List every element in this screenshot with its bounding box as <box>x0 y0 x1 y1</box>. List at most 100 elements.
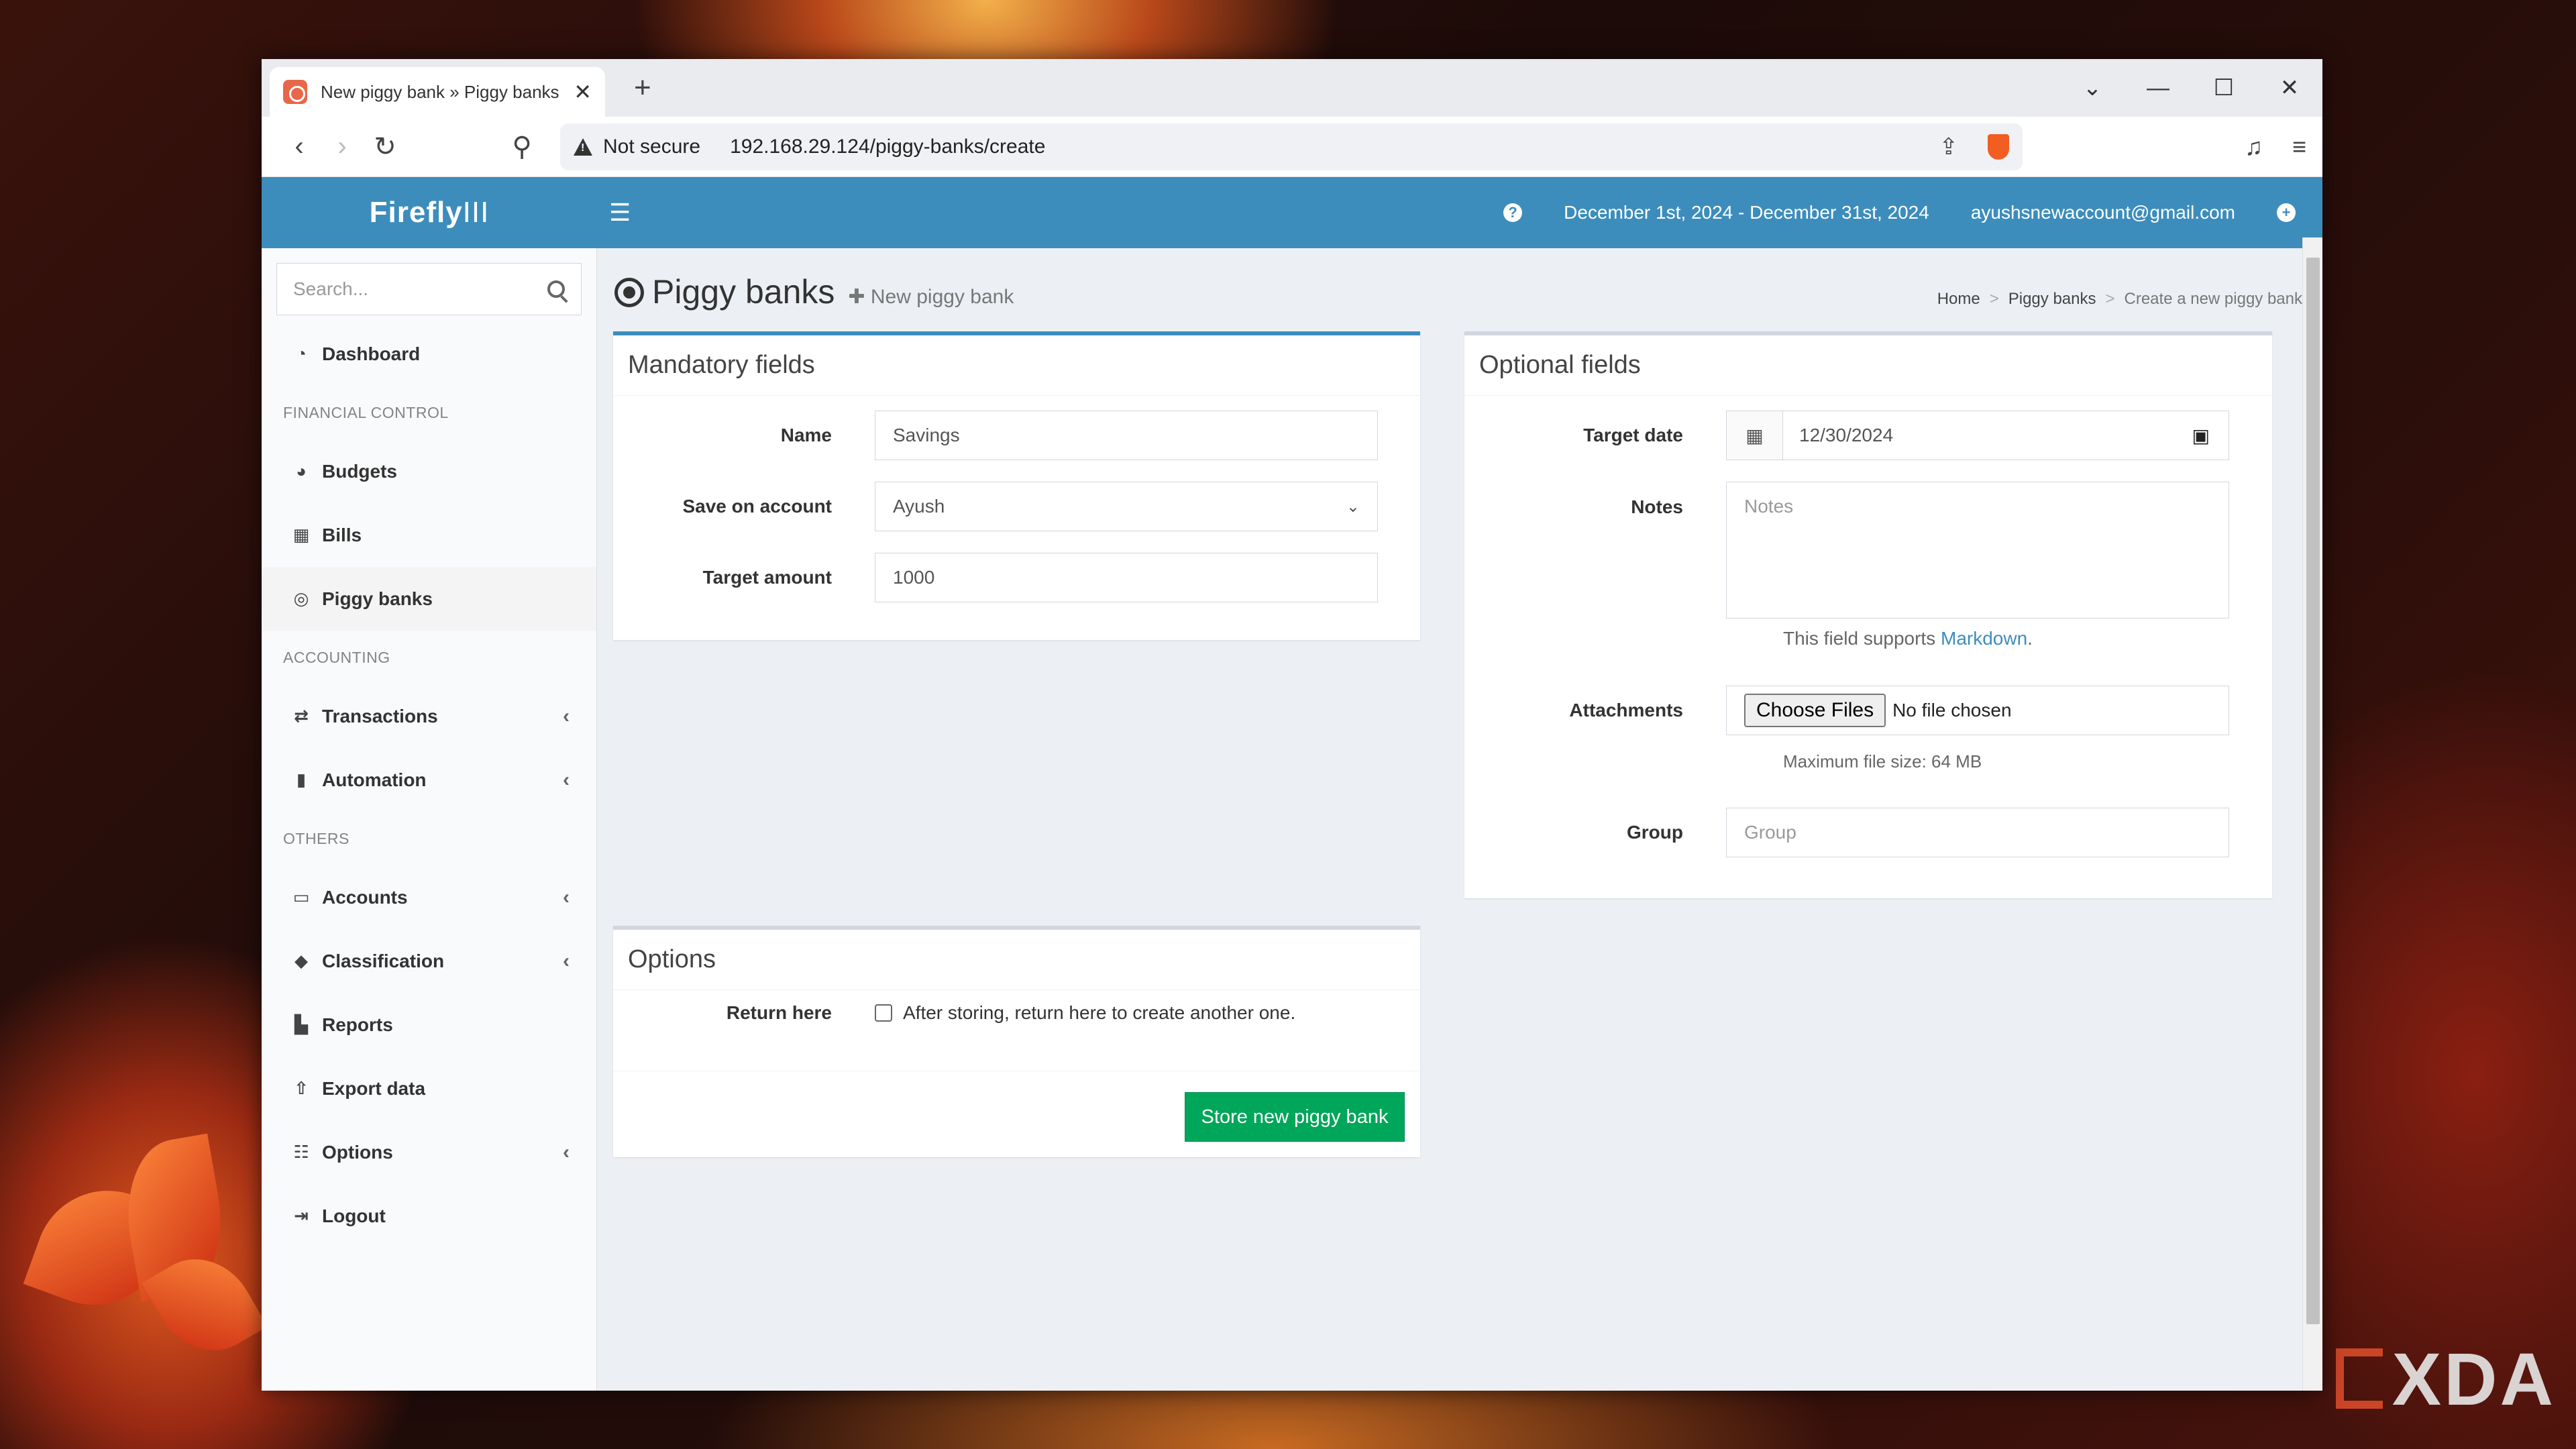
sidebar-item-reports[interactable]: ▙ Reports <box>262 993 596 1057</box>
address-bar-row: ‹ › ↻ ⚲ Not secure 192.168.29.124/piggy-… <box>262 117 2322 177</box>
name-label: Name <box>780 425 832 445</box>
forward-icon[interactable]: › <box>321 131 364 162</box>
firefly-favicon-icon <box>283 80 307 104</box>
attachments-label: Attachments <box>1569 700 1683 720</box>
sidebar-item-options[interactable]: ☷ Options ‹ <box>262 1120 596 1184</box>
sidebar-item-classification[interactable]: ◆ Classification ‹ <box>262 929 596 993</box>
help-icon[interactable]: ? <box>1503 203 1523 222</box>
brave-shield-icon[interactable] <box>1988 134 2009 160</box>
sidebar-header-others: OTHERS <box>283 829 350 847</box>
page-scrollbar[interactable] <box>2302 237 2322 1391</box>
store-piggy-bank-button[interactable]: Store new piggy bank <box>1185 1092 1405 1142</box>
book-icon: ▮ <box>296 769 307 790</box>
sidebar: Search... ◔ Dashboard FINANCIAL CONTROL ◕… <box>262 248 597 1391</box>
sidebar-toggle-icon[interactable]: ☰ <box>609 199 631 227</box>
page-header: Piggy banks ✚ New piggy bank <box>614 272 1014 311</box>
minimize-button[interactable]: — <box>2125 75 2191 101</box>
return-here-checkbox[interactable] <box>875 1004 892 1022</box>
url-text[interactable]: 192.168.29.124/piggy-banks/create <box>730 136 1045 158</box>
app-logo[interactable]: FireflyIII <box>262 196 597 229</box>
sign-out-icon: ⇥ <box>294 1205 309 1226</box>
sidebar-item-accounts[interactable]: ▭ Accounts ‹ <box>262 865 596 929</box>
sidebar-item-export[interactable]: ⇧ Export data <box>262 1057 596 1120</box>
bullseye-icon <box>614 278 644 307</box>
bookmark-icon[interactable]: ⚲ <box>500 131 543 162</box>
date-label: Target date <box>1583 425 1683 445</box>
markdown-link[interactable]: Markdown <box>1941 628 2027 649</box>
menu-icon[interactable]: ≡ <box>2292 133 2306 161</box>
breadcrumb-home[interactable]: Home <box>1937 290 1980 308</box>
security-label[interactable]: Not secure <box>603 136 700 158</box>
user-email[interactable]: ayushsnewaccount@gmail.com <box>1971 202 2235 223</box>
date-picker-icon[interactable]: ▣ <box>2192 425 2210 447</box>
name-input[interactable]: Savings <box>875 411 1378 460</box>
search-icon[interactable] <box>547 280 565 298</box>
sidebar-item-logout[interactable]: ⇥ Logout <box>262 1184 596 1248</box>
sidebar-item-transactions[interactable]: ⇄ Transactions ‹ <box>262 684 596 748</box>
new-tab-button[interactable]: + <box>634 71 651 105</box>
box-title: Options <box>613 930 1420 990</box>
chevron-down-icon: ⌄ <box>1346 497 1360 516</box>
account-label: Save on account <box>682 496 832 517</box>
reload-icon[interactable]: ↻ <box>364 131 407 162</box>
calendar-icon: ▦ <box>292 525 310 545</box>
sidebar-item-budgets[interactable]: ◕ Budgets <box>262 439 596 503</box>
breadcrumb: Home > Piggy banks > Create a new piggy bank <box>1937 290 2303 308</box>
tab-bar: New piggy bank » Piggy banks ✕ + ⌄ — ☐ ✕ <box>262 59 2322 117</box>
return-here-text: After storing, return here to create ano… <box>903 1002 1296 1023</box>
chevron-left-icon: ‹ <box>563 949 570 972</box>
no-file-text: No file chosen <box>1892 700 2012 720</box>
browser-window: New piggy bank » Piggy banks ✕ + ⌄ — ☐ ✕… <box>262 59 2322 1391</box>
sidebar-item-automation[interactable]: ▮ Automation ‹ <box>262 748 596 812</box>
maximize-button[interactable]: ☐ <box>2191 74 2257 101</box>
optional-fields-box: Optional fields Target date ▦ 12/30/2024… <box>1464 331 2272 898</box>
media-icon[interactable]: ♫ <box>2245 133 2263 161</box>
tags-icon: ◆ <box>294 951 308 971</box>
search-input[interactable]: Search... <box>276 263 582 315</box>
calendar-icon: ▦ <box>1727 411 1783 460</box>
main-content: Piggy banks ✚ New piggy bank Home > Piggy … <box>597 248 2302 1391</box>
close-window-button[interactable]: ✕ <box>2257 74 2322 101</box>
sliders-icon: ☷ <box>293 1142 309 1162</box>
attachments-input[interactable]: Choose Files No file chosen <box>1726 686 2229 735</box>
credit-card-icon: ▭ <box>292 887 310 907</box>
sidebar-item-piggy-banks[interactable]: ◎ Piggy banks <box>262 567 596 631</box>
markdown-help: This field supports Markdown. <box>1783 628 2033 649</box>
tab-title: New piggy bank » Piggy banks <box>321 81 559 102</box>
back-icon[interactable]: ‹ <box>278 131 321 162</box>
notes-textarea[interactable]: Notes <box>1726 482 2229 619</box>
upload-icon: ⇧ <box>294 1078 309 1098</box>
choose-files-button[interactable]: Choose Files <box>1744 694 1886 727</box>
scrollbar-thumb[interactable] <box>2306 258 2320 1324</box>
browser-tab[interactable]: New piggy bank » Piggy banks ✕ <box>270 67 605 117</box>
url-bar[interactable]: Not secure 192.168.29.124/piggy-banks/cr… <box>560 123 2023 170</box>
breadcrumb-current: Create a new piggy bank <box>2124 290 2303 308</box>
page-subtitle: ✚ New piggy bank <box>848 286 1014 308</box>
pie-chart-icon: ◕ <box>296 461 307 481</box>
create-new-icon[interactable]: + <box>2277 203 2296 222</box>
sidebar-item-bills[interactable]: ▦ Bills <box>262 503 596 567</box>
date-range-picker[interactable]: December 1st, 2024 - December 31st, 2024 <box>1564 202 1929 223</box>
breadcrumb-piggy-banks[interactable]: Piggy banks <box>2008 290 2096 308</box>
amount-label: Target amount <box>702 567 832 588</box>
group-input[interactable]: Group <box>1726 808 2229 857</box>
close-tab-icon[interactable]: ✕ <box>574 79 592 105</box>
sidebar-header-financial: FINANCIAL CONTROL <box>283 403 449 421</box>
amount-input[interactable]: 1000 <box>875 553 1378 602</box>
bar-chart-icon: ▙ <box>294 1014 308 1034</box>
account-select[interactable]: Ayush ⌄ <box>875 482 1378 531</box>
xda-watermark: XDA <box>2335 1337 2556 1422</box>
mandatory-fields-box: Mandatory fields Name Savings Save on ac… <box>613 331 1420 640</box>
sidebar-item-dashboard[interactable]: ◔ Dashboard <box>262 322 596 386</box>
page-title: Piggy banks <box>652 273 835 311</box>
chevron-left-icon: ‹ <box>563 1140 570 1163</box>
exchange-icon: ⇄ <box>294 706 309 726</box>
chevron-left-icon: ‹ <box>563 768 570 791</box>
box-title: Mandatory fields <box>613 335 1420 396</box>
date-input[interactable]: ▦ 12/30/2024 ▣ <box>1726 411 2229 460</box>
dashboard-icon: ◔ <box>296 343 307 364</box>
sidebar-header-accounting: ACCOUNTING <box>283 648 390 666</box>
tab-search-icon[interactable]: ⌄ <box>2059 74 2125 101</box>
notes-label: Notes <box>1631 496 1683 517</box>
share-icon[interactable]: ⇪ <box>1939 133 1959 160</box>
